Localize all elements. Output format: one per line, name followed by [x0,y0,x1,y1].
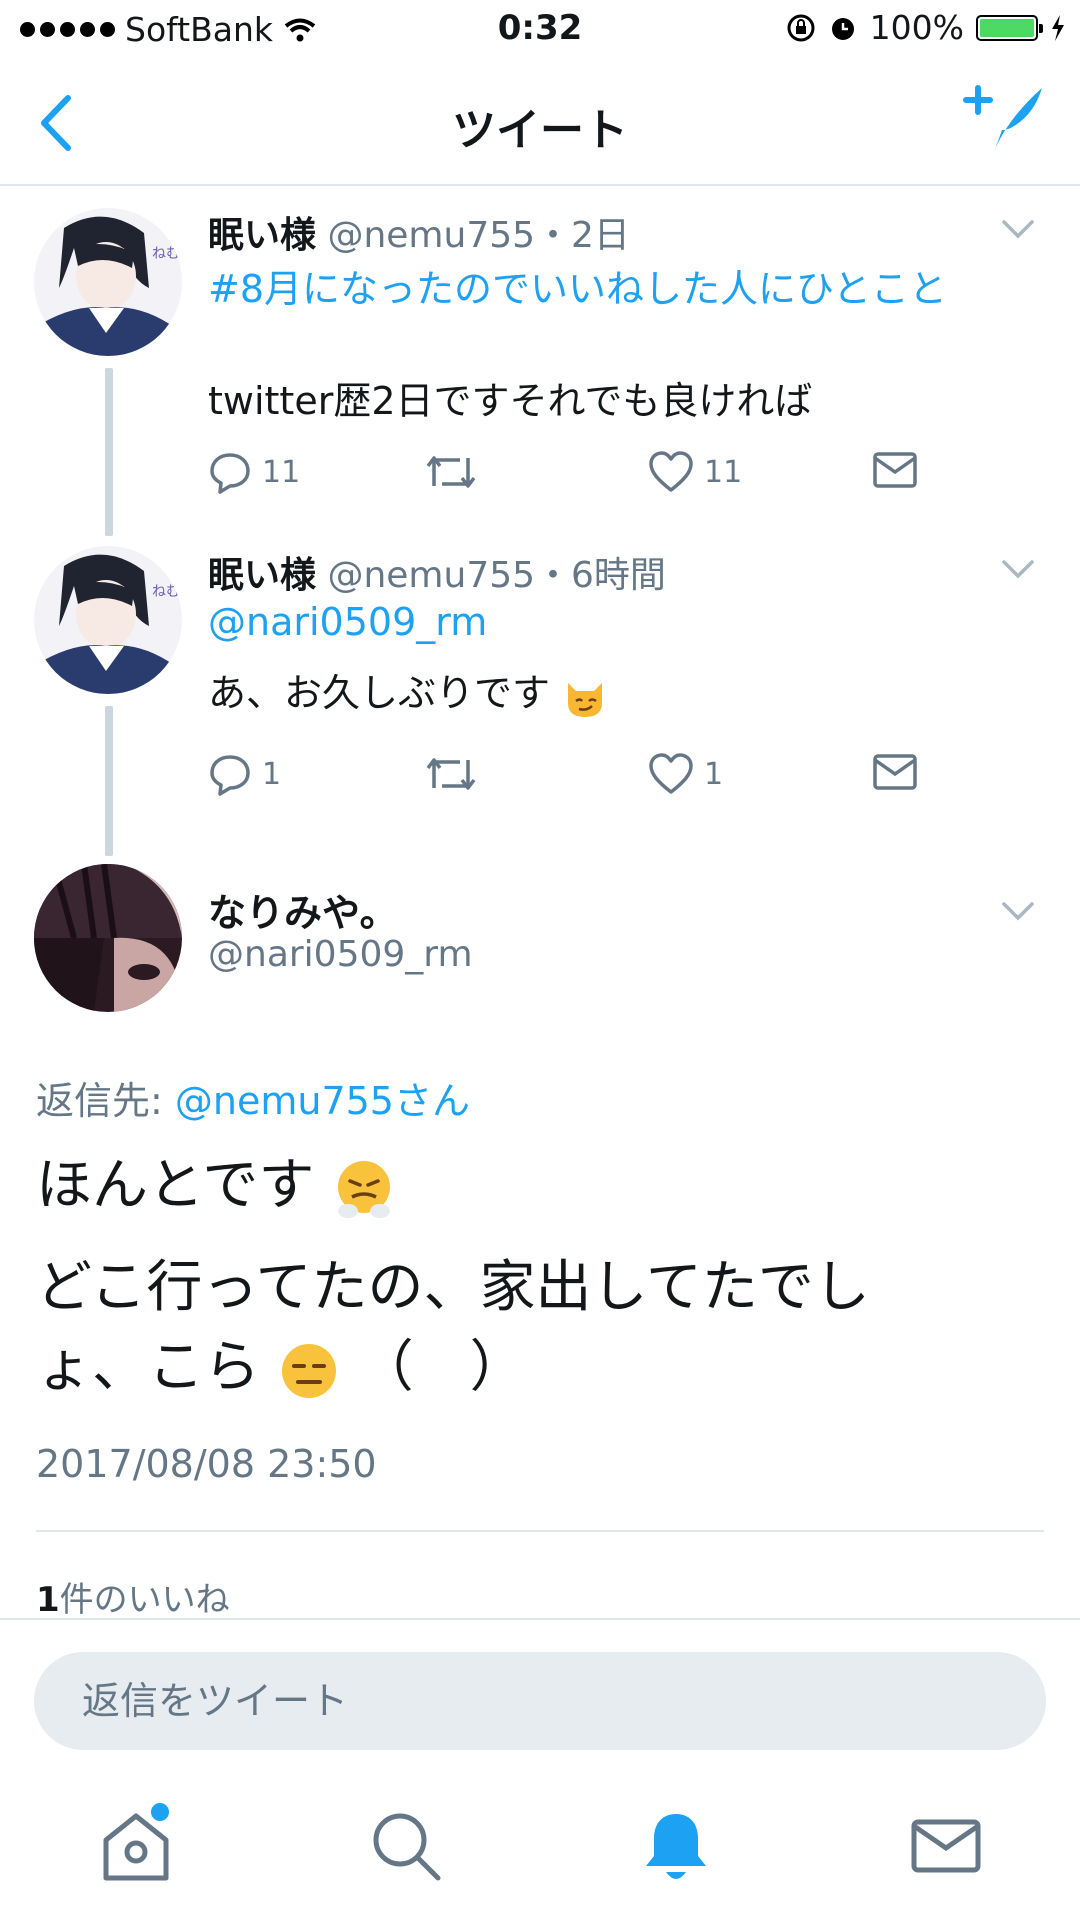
status-bar: SoftBank 0:32 100% [0,0,1080,58]
user-name[interactable]: なりみや。 [208,882,398,937]
compose-tweet-icon[interactable] [962,80,1052,160]
status-right: 100% [786,8,1066,47]
reply-bar: 返信をツイート [0,1618,1080,1782]
like-button[interactable]: 11 [648,450,742,494]
tweet-text: ほんとです [36,1153,315,1218]
reply-to-line: 返信先: @nemu755さん [36,1070,470,1125]
expressionless-face-emoji-icon [281,1343,336,1398]
avatar[interactable]: ねむ [34,546,182,694]
handle-and-time: @nemu755・6時間 [327,555,666,596]
page-title: ツイート [452,105,628,156]
notification-dot [148,1800,172,1824]
user-handle[interactable]: @nari0509_rm [208,934,473,975]
tweet-text: （ ） [357,1335,526,1400]
like-count: 11 [704,454,743,490]
tweet-timestamp: 2017/08/08 23:50 [36,1442,377,1486]
envelope-icon [911,1819,981,1873]
dm-button[interactable] [872,752,918,792]
tweet-text: どこ行ってたの、家出してたでし [36,1255,870,1320]
thread-line [105,368,113,536]
likes-count: 1 [36,1580,60,1620]
alarm-icon [831,17,854,40]
tweet-text: ょ、こら [36,1335,260,1400]
envelope-icon [873,754,917,790]
tweet-actions: 11 11 [208,450,928,506]
like-button[interactable]: 1 [648,752,723,796]
tab-bar [0,1780,1080,1920]
handle-and-time: @nemu755・2日 [327,215,630,256]
reply-to-label: 返信先: [36,1079,175,1123]
tweet-header: 眠い様 @nemu755・6時間 [208,546,666,598]
svg-text:ねむ: ねむ [152,246,180,262]
likes-label: 件のいいね [59,1580,230,1620]
retweet-icon [426,456,476,488]
search-icon [373,1813,441,1881]
battery-icon [976,14,1043,41]
tweet-line: ょ、こら （ ） [36,1322,526,1403]
smirking-cat-emoji-icon [568,682,603,717]
tweet-text: twitter歴2日ですそれでも良ければ [208,379,813,423]
reply-icon [210,453,250,494]
nav-bar: ツイート [0,58,1080,186]
tweet-text-row: あ、お久しぶりです [208,662,608,719]
hashtag-link[interactable]: #8月になったのでいいねした人にひとこと [208,258,947,313]
svg-text:ねむ: ねむ [152,584,180,600]
heart-icon [649,753,693,794]
reply-to-user-link[interactable]: @nemu755さん [175,1079,470,1123]
thread-line [105,706,113,856]
tweet-line: ほんとです [36,1140,396,1221]
tweet-actions: 1 1 [208,752,928,808]
reply-icon [210,755,250,796]
mention-link[interactable]: @nari0509_rm [208,600,487,644]
bell-icon [646,1814,706,1879]
retweet-icon [426,758,476,790]
envelope-icon [873,452,917,488]
tab-messages[interactable] [906,1806,986,1886]
reply-count: 1 [262,756,282,792]
tab-search[interactable] [366,1806,446,1886]
chevron-down-icon[interactable] [998,896,1038,926]
likes-summary[interactable]: 1件のいいね [36,1572,230,1621]
tweet-text: あ、お久しぶりです [208,671,551,715]
user-name[interactable]: 眠い様 [208,215,316,256]
user-name[interactable]: 眠い様 [208,555,316,596]
tweet-header: 眠い様 @nemu755・2日 [208,206,630,258]
avatar[interactable] [34,864,182,1012]
face-with-steam-emoji-icon [338,1160,391,1218]
chevron-down-icon[interactable] [998,554,1038,584]
like-count: 1 [704,756,724,792]
tab-home[interactable] [96,1800,176,1886]
chevron-down-icon[interactable] [998,214,1038,244]
reply-input[interactable]: 返信をツイート [34,1652,1046,1750]
tab-notifications[interactable] [636,1806,716,1886]
reply-count: 11 [262,454,301,490]
retweet-button[interactable] [424,450,478,494]
dm-button[interactable] [872,450,918,490]
retweet-button[interactable] [424,752,478,796]
heart-icon [649,451,693,492]
reply-button[interactable]: 1 [208,752,281,796]
reply-button[interactable]: 11 [208,450,300,494]
rotation-lock-icon [787,14,815,41]
charging-bolt-icon [1052,14,1064,41]
divider [36,1530,1044,1532]
battery-percent: 100% [869,8,964,47]
avatar[interactable]: ねむ [34,208,182,356]
